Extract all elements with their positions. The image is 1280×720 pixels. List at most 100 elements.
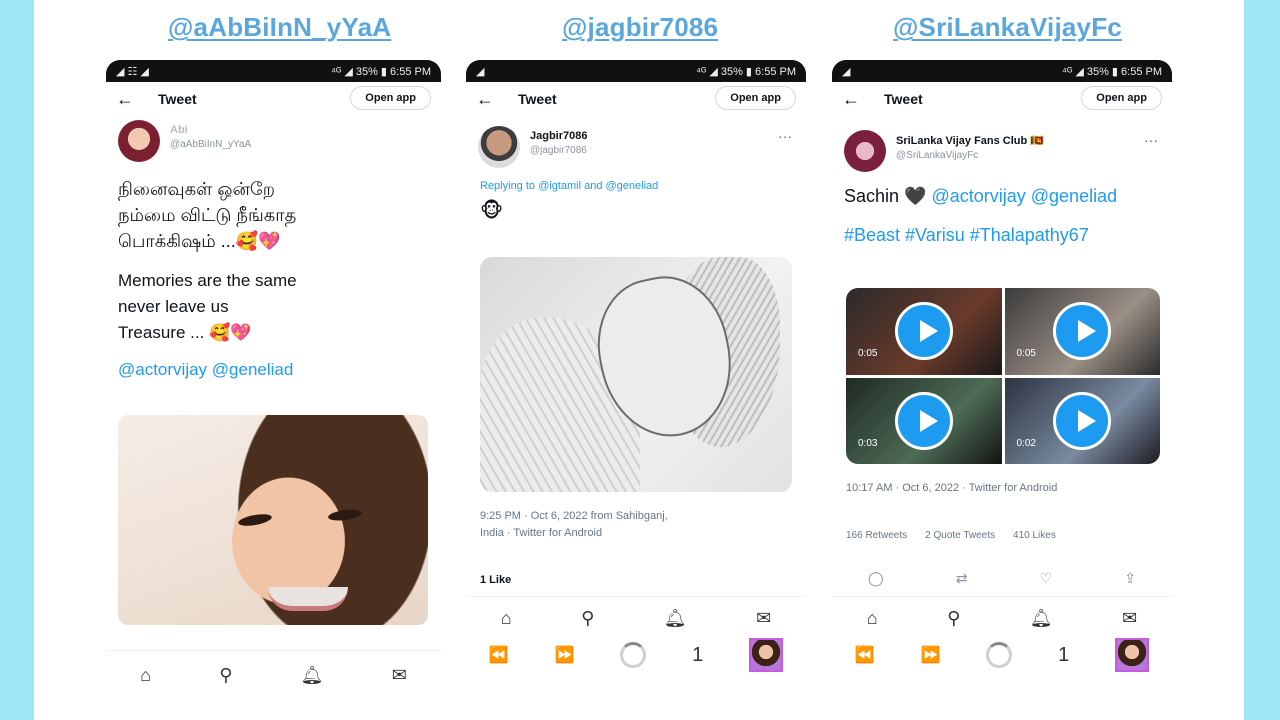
handle-left: @aAbBiInN_yYaA xyxy=(168,12,392,42)
notifications-icon[interactable]: 🔔︎ xyxy=(301,665,324,686)
photo-smile xyxy=(268,587,348,611)
media-controls: ⏪ ⏩ 1 xyxy=(832,634,1172,676)
video-duration: 0:03 xyxy=(858,437,878,449)
video-thumbnail[interactable]: 0:03 xyxy=(846,377,1002,464)
tweet-text: Sachin 🖤 @actorvijay @geneliad xyxy=(832,176,1172,207)
handle-center: @jagbir7086 xyxy=(562,12,719,42)
like-icon[interactable]: ♡ xyxy=(1040,570,1053,587)
search-icon[interactable]: ⚲ xyxy=(581,608,594,629)
page-title: Tweet xyxy=(518,91,557,107)
back-arrow-icon[interactable]: ← xyxy=(476,89,504,110)
video-thumbnail[interactable]: 0:02 xyxy=(1004,377,1160,464)
handle-right: @SriLankaVijayFc xyxy=(893,12,1122,42)
open-app-button[interactable]: Open app xyxy=(715,86,796,110)
status-right: ⁴ᴳ ◢ 35% ▮ 6:55 PM xyxy=(696,65,796,78)
status-right: ⁴ᴳ ◢ 35% ▮ 6:55 PM xyxy=(331,65,431,78)
more-options-icon[interactable]: ··· xyxy=(1144,132,1158,148)
thumbnail-avatar[interactable] xyxy=(749,638,784,672)
search-icon[interactable]: ⚲ xyxy=(947,608,960,629)
back-arrow-icon[interactable]: ← xyxy=(116,89,144,110)
video-thumbnail[interactable]: 0:05 xyxy=(846,288,1002,375)
phone-screenshot-2: ◢ ⁴ᴳ ◢ 35% ▮ 6:55 PM ← Tweet Open app Ja… xyxy=(466,60,806,700)
page-title: Tweet xyxy=(158,91,197,107)
bottom-nav: ⌂ ⚲ 🔔︎ ✉ xyxy=(106,650,441,700)
fast-forward-icon[interactable]: ⏩ xyxy=(921,645,941,665)
messages-icon[interactable]: ✉ xyxy=(1122,608,1137,629)
search-icon[interactable]: ⚲ xyxy=(219,665,232,686)
notifications-icon[interactable]: 🔔︎ xyxy=(1030,608,1053,629)
phone-screenshot-1: ◢ ☷ ◢ ⁴ᴳ ◢ 35% ▮ 6:55 PM ← Tweet Open ap… xyxy=(106,60,441,700)
back-arrow-icon[interactable]: ← xyxy=(842,89,870,110)
video-duration: 0:05 xyxy=(858,348,878,359)
media-controls: ⏪ ⏩ 1 xyxy=(466,634,806,676)
avatar[interactable] xyxy=(118,120,160,162)
messages-icon[interactable]: ✉ xyxy=(756,608,771,629)
author-name: Jagbir7086 xyxy=(530,130,588,142)
play-button-icon[interactable] xyxy=(1053,391,1112,450)
play-button-icon[interactable] xyxy=(1053,302,1112,361)
notifications-icon[interactable]: 🔔︎ xyxy=(664,608,687,629)
phone-screenshot-3: ◢ ⁴ᴳ ◢ 35% ▮ 6:55 PM ← Tweet Open app Sr… xyxy=(832,60,1172,700)
like-count[interactable]: 410 Likes xyxy=(1013,530,1056,541)
retweet-icon[interactable]: ⇄ xyxy=(956,570,968,587)
author-name: SriLanka Vijay Fans Club 🇱🇰 xyxy=(896,135,1044,147)
reply-icon[interactable]: ◯ xyxy=(868,570,884,587)
video-thumbnail[interactable]: 0:05 xyxy=(1004,288,1160,375)
photo-eye-left xyxy=(237,512,273,528)
play-button-icon[interactable] xyxy=(894,302,953,361)
replying-to[interactable]: Replying to @igtamil and @geneliad xyxy=(466,180,806,192)
author-name: Abi xyxy=(170,124,188,136)
author-handle: @SriLankaVijayFc xyxy=(896,150,979,161)
open-app-button[interactable]: Open app xyxy=(1081,86,1162,110)
status-left: ◢ ☷ ◢ xyxy=(116,65,149,78)
loading-spinner-icon xyxy=(620,642,647,668)
tweet-timestamp: 10:17 AM · Oct 6, 2022 · Twitter for And… xyxy=(846,482,1058,494)
tweet-photo[interactable] xyxy=(118,415,428,625)
author-handle: @aAbBiInN_yYaA xyxy=(170,139,252,150)
video-duration: 0:05 xyxy=(1016,348,1036,359)
tweet-mentions[interactable]: @actorvijay @geneliad xyxy=(106,360,441,380)
avatar[interactable] xyxy=(478,126,520,168)
home-icon[interactable]: ⌂ xyxy=(867,608,878,629)
tweet-actions: ◯ ⇄ ♡ ⇪ xyxy=(832,570,1172,587)
status-right: ⁴ᴳ ◢ 35% ▮ 6:55 PM xyxy=(1062,65,1162,78)
tweet-author[interactable]: Jagbir7086 @jagbir7086 ··· xyxy=(466,122,806,172)
right-border xyxy=(1244,0,1280,720)
like-count[interactable]: 1 Like xyxy=(466,574,525,586)
status-bar: ◢ ⁴ᴳ ◢ 35% ▮ 6:55 PM xyxy=(832,60,1172,82)
play-button-icon[interactable] xyxy=(894,391,953,450)
retweet-count[interactable]: 166 Retweets xyxy=(846,530,907,541)
home-icon[interactable]: ⌂ xyxy=(140,665,151,686)
tweet-text-prefix: Sachin 🖤 xyxy=(844,186,927,206)
more-options-icon[interactable]: ··· xyxy=(778,128,792,144)
tweet-photo-sketch[interactable] xyxy=(480,257,792,492)
open-app-button[interactable]: Open app xyxy=(350,86,431,110)
quote-count[interactable]: 2 Quote Tweets xyxy=(925,530,995,541)
thumbnail-avatar[interactable] xyxy=(1115,638,1150,672)
rewind-icon[interactable]: ⏪ xyxy=(855,645,875,665)
home-icon[interactable]: ⌂ xyxy=(501,608,512,629)
monkey-emoji: 🐵 xyxy=(480,200,504,222)
tweet-hashtags[interactable]: #Beast #Varisu #Thalapathy67 xyxy=(832,207,1172,246)
tweet-header: ← Tweet Open app xyxy=(106,82,441,116)
tweet-timestamp: 9:25 PM · Oct 6, 2022 from Sahibganj, In… xyxy=(480,510,668,539)
tweet-text-tamil: நினைவுகள் ஒன்றே நம்மை விட்டு நீங்காத பொக… xyxy=(118,179,297,251)
status-left-icon: ◢ xyxy=(842,65,851,78)
rewind-icon[interactable]: ⏪ xyxy=(489,645,509,665)
page-counter: 1 xyxy=(1058,643,1070,666)
messages-icon[interactable]: ✉ xyxy=(392,665,407,686)
share-icon[interactable]: ⇪ xyxy=(1124,570,1136,587)
avatar[interactable] xyxy=(844,130,886,172)
author-handle: @jagbir7086 xyxy=(530,145,587,156)
fast-forward-icon[interactable]: ⏩ xyxy=(555,645,575,665)
page-title: Tweet xyxy=(884,91,923,107)
tweet-author[interactable]: SriLanka Vijay Fans Club 🇱🇰 @SriLankaVij… xyxy=(832,126,1172,176)
video-grid: 0:05 0:05 0:03 0:02 xyxy=(846,288,1160,464)
tweet-mentions[interactable]: @actorvijay @geneliad xyxy=(931,186,1117,206)
status-bar: ◢ ☷ ◢ ⁴ᴳ ◢ 35% ▮ 6:55 PM xyxy=(106,60,441,82)
tweet-author[interactable]: Abi @aAbBiInN_yYaA xyxy=(106,116,441,166)
status-bar: ◢ ⁴ᴳ ◢ 35% ▮ 6:55 PM xyxy=(466,60,806,82)
page-counter: 1 xyxy=(692,643,704,666)
loading-spinner-icon xyxy=(986,642,1013,668)
tweet-header: ← Tweet Open app xyxy=(832,82,1172,116)
